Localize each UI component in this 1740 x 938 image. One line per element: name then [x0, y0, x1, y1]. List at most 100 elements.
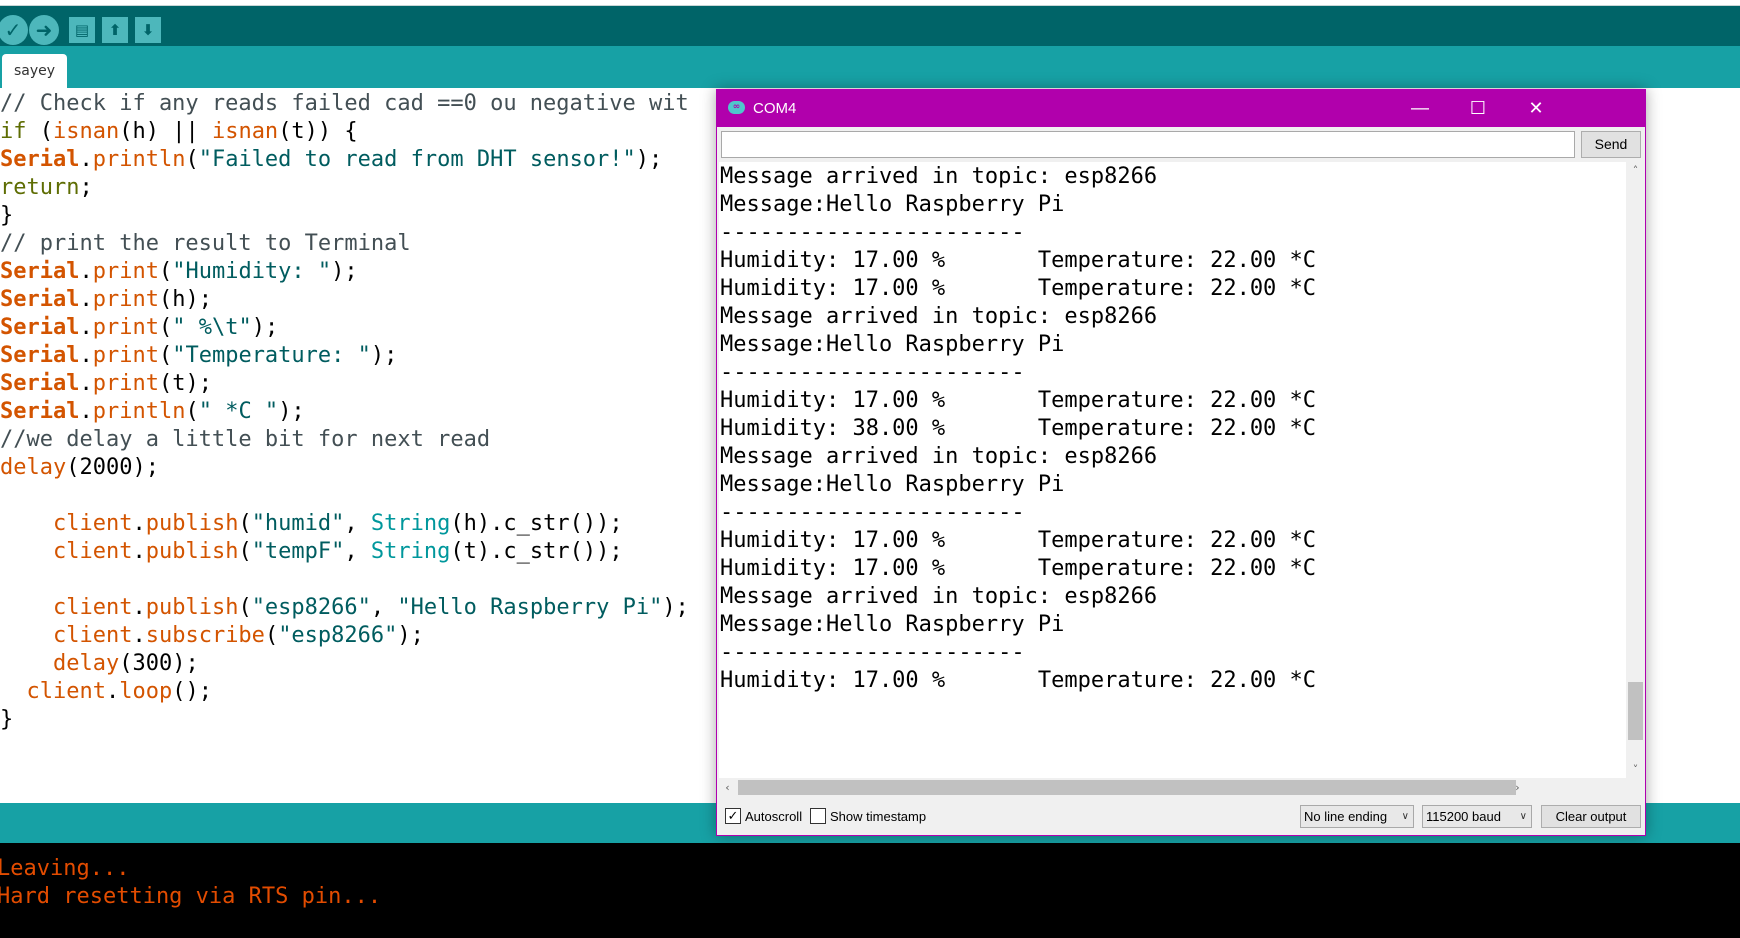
- code-line[interactable]: }: [0, 200, 13, 231]
- send-button[interactable]: Send: [1581, 131, 1641, 158]
- code-line[interactable]: Serial.println(" *C ");: [0, 396, 305, 427]
- code-line[interactable]: delay(2000);: [0, 452, 159, 483]
- code-line[interactable]: if (isnan(h) || isnan(t)) {: [0, 116, 358, 147]
- code-line[interactable]: //we delay a little bit for next read: [0, 424, 490, 455]
- code-line[interactable]: client.publish("esp8266", "Hello Raspber…: [0, 592, 689, 623]
- show-timestamp-checkbox[interactable]: [810, 808, 826, 824]
- code-token: Serial: [0, 287, 80, 312]
- serial-monitor-titlebar[interactable]: ∞ COM4 ― ☐ ✕: [717, 90, 1645, 127]
- console-line: Leaving...: [0, 856, 130, 881]
- scroll-left-icon[interactable]: ‹: [719, 778, 736, 797]
- code-line[interactable]: client.loop();: [0, 676, 212, 707]
- serial-output-line: -----------------------: [720, 360, 1025, 385]
- scroll-down-icon[interactable]: ˅: [1626, 761, 1645, 778]
- code-line[interactable]: Serial.print("Humidity: ");: [0, 256, 358, 287]
- code-token: );: [278, 399, 305, 424]
- scroll-up-icon[interactable]: ˄: [1626, 162, 1645, 179]
- code-token: (: [26, 119, 53, 144]
- code-token: delay: [0, 455, 67, 480]
- code-token: publish: [145, 539, 239, 564]
- code-token: println: [92, 399, 186, 424]
- line-ending-select[interactable]: No line ending ∨: [1300, 805, 1414, 828]
- code-line[interactable]: }: [0, 704, 13, 735]
- serial-output-line: Message arrived in topic: esp8266: [720, 444, 1158, 469]
- tab-sayey[interactable]: sayey: [2, 54, 67, 88]
- code-line[interactable]: client.publish("tempF", String(t).c_str(…: [0, 536, 623, 567]
- serial-output-line: Message:Hello Raspberry Pi: [720, 612, 1065, 637]
- arrow-right-icon: ➜: [35, 18, 53, 42]
- minimize-button[interactable]: ―: [1391, 90, 1449, 127]
- code-token: print: [92, 371, 159, 396]
- code-token: (: [185, 399, 199, 424]
- serial-monitor-window: ∞ COM4 ― ☐ ✕ Send Message arrived in top…: [716, 89, 1646, 836]
- serial-output-area[interactable]: Message arrived in topic: esp8266 Message…: [719, 162, 1626, 778]
- serial-output-line: Humidity: 17.00 % Temperature: 22.00 *C: [720, 668, 1317, 693]
- new-file-icon: ▤: [74, 21, 90, 39]
- open-button[interactable]: ⬆: [102, 17, 128, 43]
- code-token: "Failed to read from DHT sensor!": [198, 147, 636, 172]
- code-token: (t).c_str());: [450, 539, 623, 564]
- new-sketch-button[interactable]: ▤: [69, 17, 95, 43]
- code-token: }: [0, 707, 14, 732]
- horizontal-scroll-thumb[interactable]: [738, 780, 1516, 795]
- open-up-arrow-icon: ⬆: [108, 21, 122, 39]
- clear-output-button[interactable]: Clear output: [1541, 805, 1641, 828]
- maximize-button[interactable]: ☐: [1449, 90, 1507, 127]
- baud-rate-select[interactable]: 115200 baud ∨: [1422, 805, 1532, 828]
- close-button[interactable]: ✕: [1507, 90, 1565, 127]
- save-down-arrow-icon: ⬇: [141, 21, 155, 39]
- code-line[interactable]: // Check if any reads failed cad ==0 ou …: [0, 88, 689, 119]
- code-token: (300);: [119, 651, 199, 676]
- code-token: (t);: [158, 371, 212, 396]
- code-token: );: [251, 315, 279, 340]
- maximize-icon: ☐: [1469, 98, 1487, 119]
- code-line[interactable]: Serial.print(" %\t");: [0, 312, 278, 343]
- code-token: isnan: [211, 119, 279, 144]
- code-line[interactable]: // print the result to Terminal: [0, 228, 411, 259]
- code-token: //we delay a little bit for next read: [0, 427, 491, 452]
- code-line[interactable]: return;: [0, 172, 93, 203]
- serial-output-line: Humidity: 17.00 % Temperature: 22.00 *C: [720, 276, 1317, 301]
- autoscroll-label: Autoscroll: [745, 809, 803, 824]
- verify-button[interactable]: ✓: [0, 15, 28, 45]
- code-token: .: [79, 371, 93, 396]
- code-token: .: [79, 343, 93, 368]
- code-token: ;: [79, 175, 93, 200]
- code-token: subscribe: [145, 623, 265, 648]
- code-line[interactable]: delay(300);: [0, 648, 199, 679]
- code-token: ();: [172, 679, 212, 704]
- vertical-scroll-thumb[interactable]: [1628, 682, 1643, 740]
- save-button[interactable]: ⬇: [135, 17, 161, 43]
- code-token: print: [92, 343, 159, 368]
- code-token: "esp8266": [278, 623, 398, 648]
- code-token: ,: [370, 595, 398, 620]
- scroll-right-icon[interactable]: ›: [1509, 778, 1526, 797]
- code-line[interactable]: Serial.print(h);: [0, 284, 212, 315]
- code-line[interactable]: client.publish("humid", String(h).c_str(…: [0, 508, 623, 539]
- upload-button[interactable]: ➜: [29, 15, 59, 45]
- code-token: (: [238, 595, 252, 620]
- code-token: Serial: [0, 259, 80, 284]
- serial-send-input[interactable]: [721, 131, 1575, 158]
- autoscroll-checkbox[interactable]: ✓: [725, 808, 741, 824]
- serial-output-line: Message:Hello Raspberry Pi: [720, 192, 1065, 217]
- code-token: publish: [145, 595, 239, 620]
- code-token: " *C ": [198, 399, 279, 424]
- code-token: (: [158, 315, 173, 340]
- code-line[interactable]: Serial.print("Temperature: ");: [0, 340, 397, 371]
- code-line[interactable]: Serial.println("Failed to read from DHT …: [0, 144, 662, 175]
- code-line[interactable]: client.subscribe("esp8266");: [0, 620, 424, 651]
- code-line[interactable]: Serial.print(t);: [0, 368, 212, 399]
- serial-output-line: Humidity: 17.00 % Temperature: 22.00 *C: [720, 528, 1317, 553]
- tab-bar: sayey: [0, 46, 1740, 88]
- code-token: .: [132, 595, 146, 620]
- code-token: (2000);: [66, 455, 159, 480]
- vertical-scrollbar[interactable]: ˄ ˅: [1626, 162, 1645, 778]
- horizontal-scrollbar[interactable]: ‹ ›: [719, 778, 1645, 797]
- code-token: );: [331, 259, 358, 284]
- code-token: "Hello Raspberry Pi": [397, 595, 663, 620]
- baud-rate-value: 115200 baud: [1426, 809, 1501, 824]
